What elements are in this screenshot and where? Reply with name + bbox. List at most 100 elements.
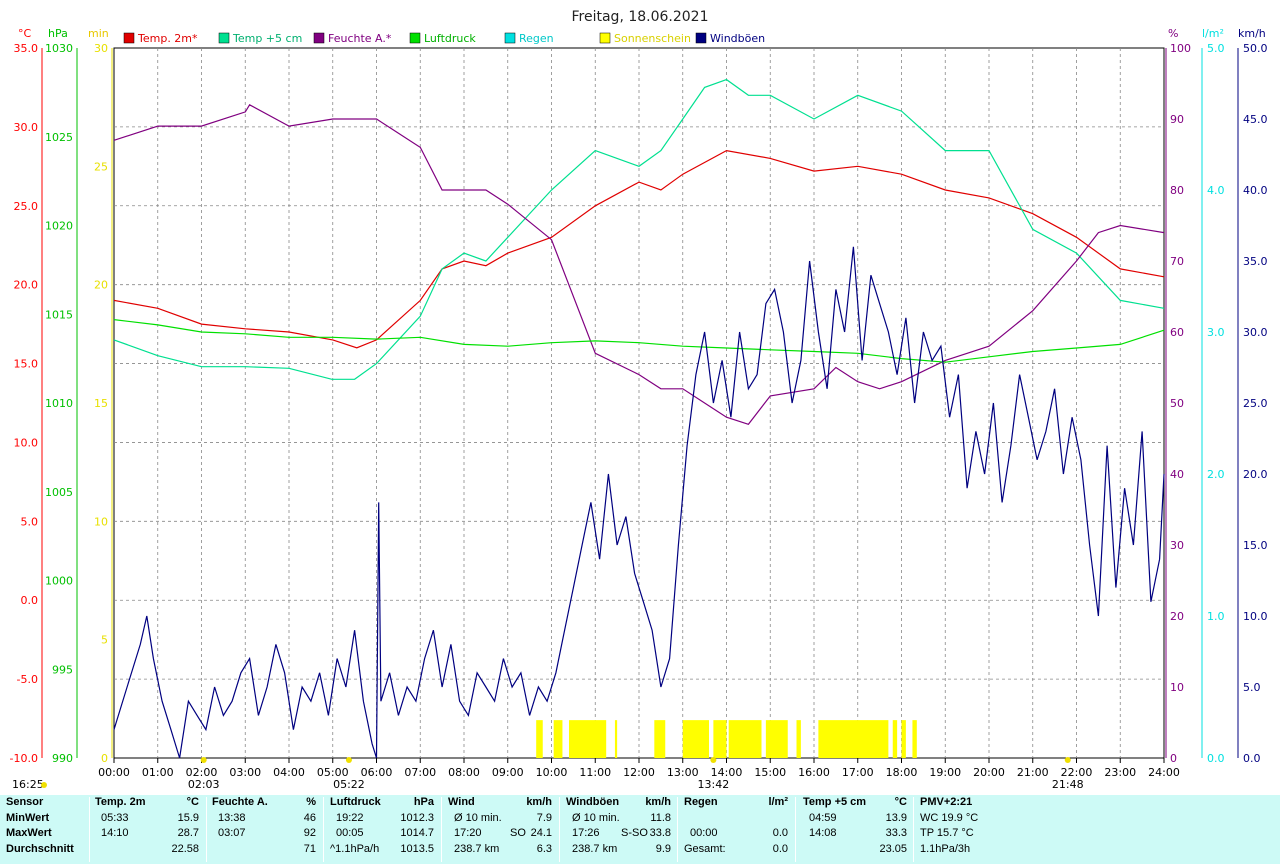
tick-wind: 5.0 [1243,681,1261,694]
legend-swatch [504,32,516,44]
tick-x-label: 06:00 [361,766,393,779]
tick-pressure: 1010 [45,397,73,410]
time-marker-label: 13:42 [698,778,730,791]
tick-temp: -5.0 [17,673,38,686]
sunshine-bar [796,720,801,758]
tick-temp: 20.0 [14,279,39,292]
stats-regen-total: 0.0 [772,842,788,855]
tick-x-label: 18:00 [886,766,918,779]
tick-sunshine: 0 [101,752,108,765]
legend-swatch [409,32,421,44]
stats-row-labels: Sensor MinWert MaxWert Durchschnitt [6,795,86,857]
stats-luftdruck: Luftdruck hPa 19:22 1012.3 00:05 1014.7 ^1.… [330,795,434,857]
tick-sunshine: 25 [94,160,108,173]
tick-rain: 1.0 [1207,610,1225,623]
tick-x-label: 23:00 [1104,766,1136,779]
tick-x-label: 00:00 [98,766,130,779]
stats-boeen-title: Windböen [566,796,620,808]
sunshine-bar [536,720,543,758]
stats-boeen-max-time: 17:26 [572,827,600,839]
stats-feuchte-min-value: 46 [303,811,316,824]
tick-temp: 15.0 [14,358,39,371]
stats-luftdruck-min-time: 19:22 [336,811,364,824]
stats-wind-title: Wind [448,796,475,808]
legend-label: Temp. 2m* [137,32,198,45]
stats-feuchte-max-time: 03:07 [218,827,246,839]
tick-temp: 5.0 [21,515,39,528]
legend-swatch [695,32,707,44]
tick-pressure: 1015 [45,308,73,321]
stats-wind-unit: km/h [526,796,552,808]
sunshine-bar [765,720,788,758]
tick-sunshine: 10 [94,515,108,528]
tick-temp: 35.0 [14,42,39,55]
tick-wind: 30.0 [1243,326,1268,339]
stats-feuchte: Feuchte A.% 13:38 46 03:07 92 71 [212,795,316,857]
legend-label: Regen [519,32,554,45]
stats-pmv-title: PMV+2:21 [920,796,973,808]
stats-regen-title: Regen [684,796,718,808]
tick-pressure: 1020 [45,220,73,233]
stats-pmv-trend: 1.1hPa/3h [920,842,971,855]
stats-feuchte-unit: % [306,796,316,808]
stats-temp5-min-time: 04:59 [809,811,837,824]
axis-sunshine-unit: min [88,27,109,40]
stats-pmv-tp: TP 15.7 °C [920,827,974,839]
stats-pmv-wc: WC 19.9 °C [920,811,979,824]
time-marker-dot [41,782,47,788]
tick-x-label: 09:00 [492,766,524,779]
tick-temp: 10.0 [14,436,39,449]
stats-temp5-max-value: 33.3 [885,827,907,839]
stats-boeen-max-value: 33.8 [649,827,671,839]
tick-pressure: 1005 [45,486,73,499]
tick-wind: 0.0 [1243,752,1261,765]
tick-temp: 30.0 [14,121,39,134]
tick-temp: -10.0 [10,752,38,765]
tick-pressure: 1000 [45,575,73,588]
sunshine-bar [728,720,762,758]
tick-rain: 0.0 [1207,752,1225,765]
stats-wind-max-time: 17:20 [454,827,482,839]
tick-x-label: 08:00 [448,766,480,779]
stats-temp2m-min-time: 05:33 [101,811,129,824]
stats-temp5-min-value: 13.9 [885,811,907,824]
stats-temp2m-max-time: 14:10 [101,827,129,839]
tick-pressure: 1030 [45,42,73,55]
tick-wind: 40.0 [1243,184,1268,197]
tick-sunshine: 30 [94,42,108,55]
sunshine-bar [654,720,666,758]
sunshine-bar [553,720,563,758]
tick-wind: 15.0 [1243,539,1268,552]
time-marker-dot [1064,757,1071,763]
stats-boeen-distance: 238.7 km [572,842,618,855]
tick-pressure: 1025 [45,131,73,144]
tick-wind: 25.0 [1243,397,1268,410]
sunshine-bar [901,720,906,758]
tick-x-label: 10:00 [536,766,568,779]
tick-temp: 25.0 [14,200,39,213]
axis-temp-unit: °C [18,27,32,40]
tick-x-label: 13:00 [667,766,699,779]
tick-rain: 3.0 [1207,326,1225,339]
stats-luftdruck-max-time: 00:05 [336,827,364,839]
tick-pressure: 990 [52,752,73,765]
tick-humidity: 20 [1170,610,1184,623]
stats-wind-min-label: Ø 10 min. [454,811,502,824]
legend-label: Windböen [710,32,765,45]
axis-pressure-unit: hPa [48,27,68,40]
sunshine-bar [614,720,618,758]
time-marker-label: 05:22 [333,778,365,791]
stats-boeen-max-dir: S-SO [621,827,648,839]
stats-boeen-avg: 9.9 [655,842,671,855]
axis-wind-unit: km/h [1238,27,1266,40]
stats-wind-avg: 6.3 [536,842,552,855]
axis-humidity-unit: % [1168,27,1178,40]
stats-temp5-unit: °C [894,796,907,808]
stats-boeen-min-value: 11.8 [650,811,671,824]
stats-panel: Sensor MinWert MaxWert Durchschnitt Temp… [0,795,1280,864]
tick-humidity: 40 [1170,468,1184,481]
tick-sunshine: 15 [94,397,108,410]
tick-temp: 0.0 [21,594,39,607]
sunshine-bar [912,720,917,758]
tick-humidity: 0 [1170,752,1177,765]
